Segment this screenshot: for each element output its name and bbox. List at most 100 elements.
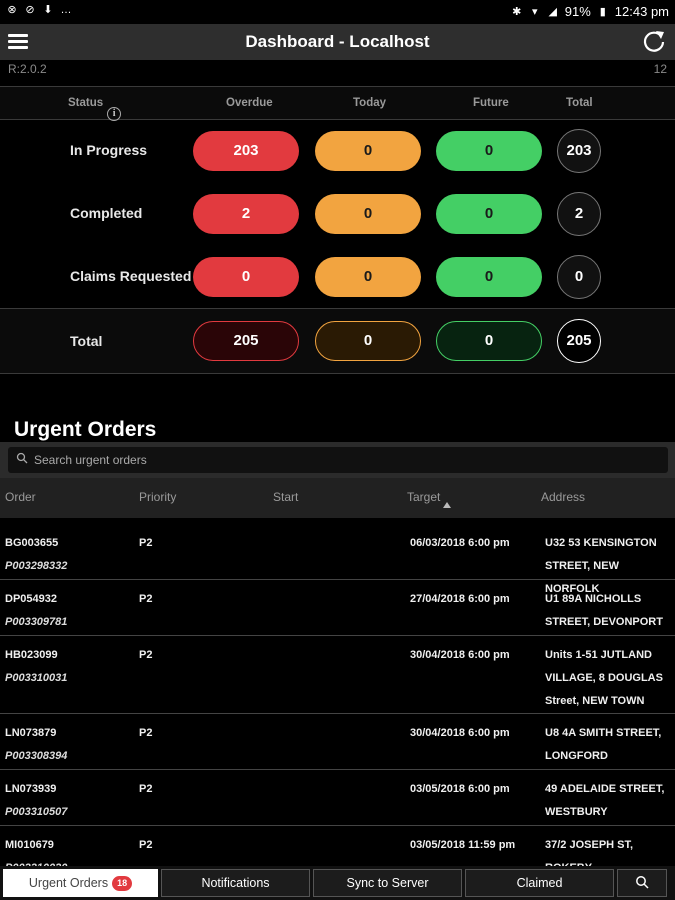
today-header: Today [353,97,387,109]
order-number: MI010679 [5,839,54,851]
overdue-header: Overdue [226,97,273,109]
more-notifications-icon: … [60,4,72,16]
bluetooth-icon: ✱ [512,5,522,18]
total-header: Total [566,97,593,109]
search-bar [0,442,675,478]
notification-icon: ⊘ [25,4,35,16]
signal-icon: ◢ [548,5,557,18]
table-row[interactable]: LN073939 P003310507 P2 03/05/2018 6:00 pm… [0,770,675,826]
row-label: In Progress [70,142,148,158]
table-row[interactable]: HB023099 P003310031 P2 30/04/2018 6:00 pm… [0,636,675,714]
battery-percent: 91% [564,4,591,19]
order-cell: LN073939 P003310507 [5,778,67,824]
address-cell: U1 89A NICHOLLS STREET, DEVONPORT [545,593,663,628]
priority-cell: P2 [139,727,153,739]
tab-sync-to-server[interactable]: Sync to Server [313,869,462,897]
tab-label: Urgent Orders [28,876,109,890]
column-target[interactable]: Target [407,490,452,508]
future-count-button[interactable]: 0 [436,257,542,297]
total-count[interactable]: 2 [557,192,601,236]
today-count-button[interactable]: 0 [315,257,421,297]
column-order[interactable]: Order [5,490,36,504]
table-row[interactable]: DP054932 P003309781 P2 27/04/2018 6:00 pm… [0,580,675,636]
info-icon[interactable]: i [107,107,122,121]
priority-cell: P2 [139,649,153,661]
address-cell: 37/2 JOSEPH ST,ROKEBY [545,839,634,866]
future-count-button[interactable]: 0 [436,131,542,171]
po-number: P003310507 [5,806,68,818]
bottom-navigation: Urgent Orders 18 Notifications Sync to Se… [0,866,675,900]
system-status-bar: ⊗ ⊘ ⬇ … ✱ ▾ ◢ 91% ▮ 12:43 pm [0,0,675,24]
overdue-total-button[interactable]: 205 [193,321,299,361]
notification-icon: ⊗ [7,4,17,16]
column-start[interactable]: Start [273,490,298,504]
download-icon: ⬇ [43,4,53,16]
future-header: Future [473,97,509,109]
row-label: Total [70,333,103,349]
overdue-count-button[interactable]: 203 [193,131,299,171]
column-address[interactable]: Address [541,490,585,504]
order-number: DP054932 [5,593,57,605]
column-priority[interactable]: Priority [139,490,176,504]
today-count-button[interactable]: 0 [315,194,421,234]
search-icon [636,876,649,889]
urgent-orders-heading: Urgent Orders [14,418,157,441]
address-cell: U8 4A SMITH STREET, LONGFORD [545,727,662,762]
target-cell: 06/03/2018 6:00 pm [410,537,510,549]
version-row: R:2.0.2 12 [0,60,675,86]
order-number: LN073879 [5,727,57,739]
overdue-count-button[interactable]: 2 [193,194,299,234]
priority-cell: P2 [139,839,153,851]
app-bar: Dashboard - Localhost [0,24,675,60]
summary-header: Status i Overdue Today Future Total [0,86,675,121]
tab-claimed[interactable]: Claimed [465,869,614,897]
po-number: P003308394 [5,750,68,762]
sort-ascending-icon [443,502,452,508]
urgent-orders-list: BG003655 P003298332 P2 06/03/2018 6:00 pm… [0,518,675,866]
table-row[interactable]: BG003655 P003298332 P2 06/03/2018 6:00 pm… [0,518,675,595]
order-cell: BG003655 P003298332 [5,532,67,578]
tab-notifications[interactable]: Notifications [161,869,310,897]
orders-column-header: Order Priority Start Target Address [0,478,675,518]
today-count-button[interactable]: 0 [315,131,421,171]
address-cell: Units 1-51 JUTLAND VILLAGE, 8 DOUGLAS Stre… [545,649,663,707]
urgent-count-badge: 18 [112,876,133,891]
battery-icon: ▮ [599,5,606,18]
status-header: Status i [68,97,122,121]
status-summary-table: Status i Overdue Today Future Total In Pr… [0,86,675,376]
row-label: Completed [70,205,143,221]
refresh-icon[interactable] [641,29,667,55]
order-cell: HB023099 P003310031 [5,644,67,690]
order-cell: MI010679 P003310030 [5,834,67,866]
page-title: Dashboard - Localhost [245,32,430,51]
target-cell: 30/04/2018 6:00 pm [410,649,510,661]
target-cell: 03/05/2018 6:00 pm [410,783,510,795]
po-number: P003309781 [5,616,68,628]
clock: 12:43 pm [614,4,669,19]
tab-urgent-orders[interactable]: Urgent Orders 18 [3,869,158,897]
target-cell: 03/05/2018 11:59 pm [410,839,516,851]
po-number: P003310031 [5,672,68,684]
table-row[interactable]: LN073879 P003308394 P2 30/04/2018 6:00 pm… [0,714,675,770]
target-cell: 30/04/2018 6:00 pm [410,727,510,739]
overdue-count-button[interactable]: 0 [193,257,299,297]
total-count[interactable]: 203 [557,129,601,173]
po-number: P003298332 [5,560,68,572]
order-number: BG003655 [5,537,59,549]
search-input[interactable] [34,451,654,469]
table-row[interactable]: MI010679 P003310030 P2 03/05/2018 11:59 p… [0,826,675,866]
order-cell: DP054932 P003309781 [5,588,67,634]
future-total-button[interactable]: 0 [436,321,542,361]
search-button[interactable] [617,869,667,897]
summary-total-row: Total 205 0 0 205 [0,308,675,374]
summary-row-claims-requested: Claims Requested 0 0 0 0 [0,246,675,310]
future-count-button[interactable]: 0 [436,194,542,234]
total-count[interactable]: 0 [557,255,601,299]
grand-total-count[interactable]: 205 [557,319,601,363]
search-box[interactable] [8,447,668,473]
target-cell: 27/04/2018 6:00 pm [410,593,510,605]
summary-row-completed: Completed 2 0 0 2 [0,183,675,247]
search-icon [16,452,28,464]
app-version: R:2.0.2 [8,62,47,76]
today-total-button[interactable]: 0 [315,321,421,361]
